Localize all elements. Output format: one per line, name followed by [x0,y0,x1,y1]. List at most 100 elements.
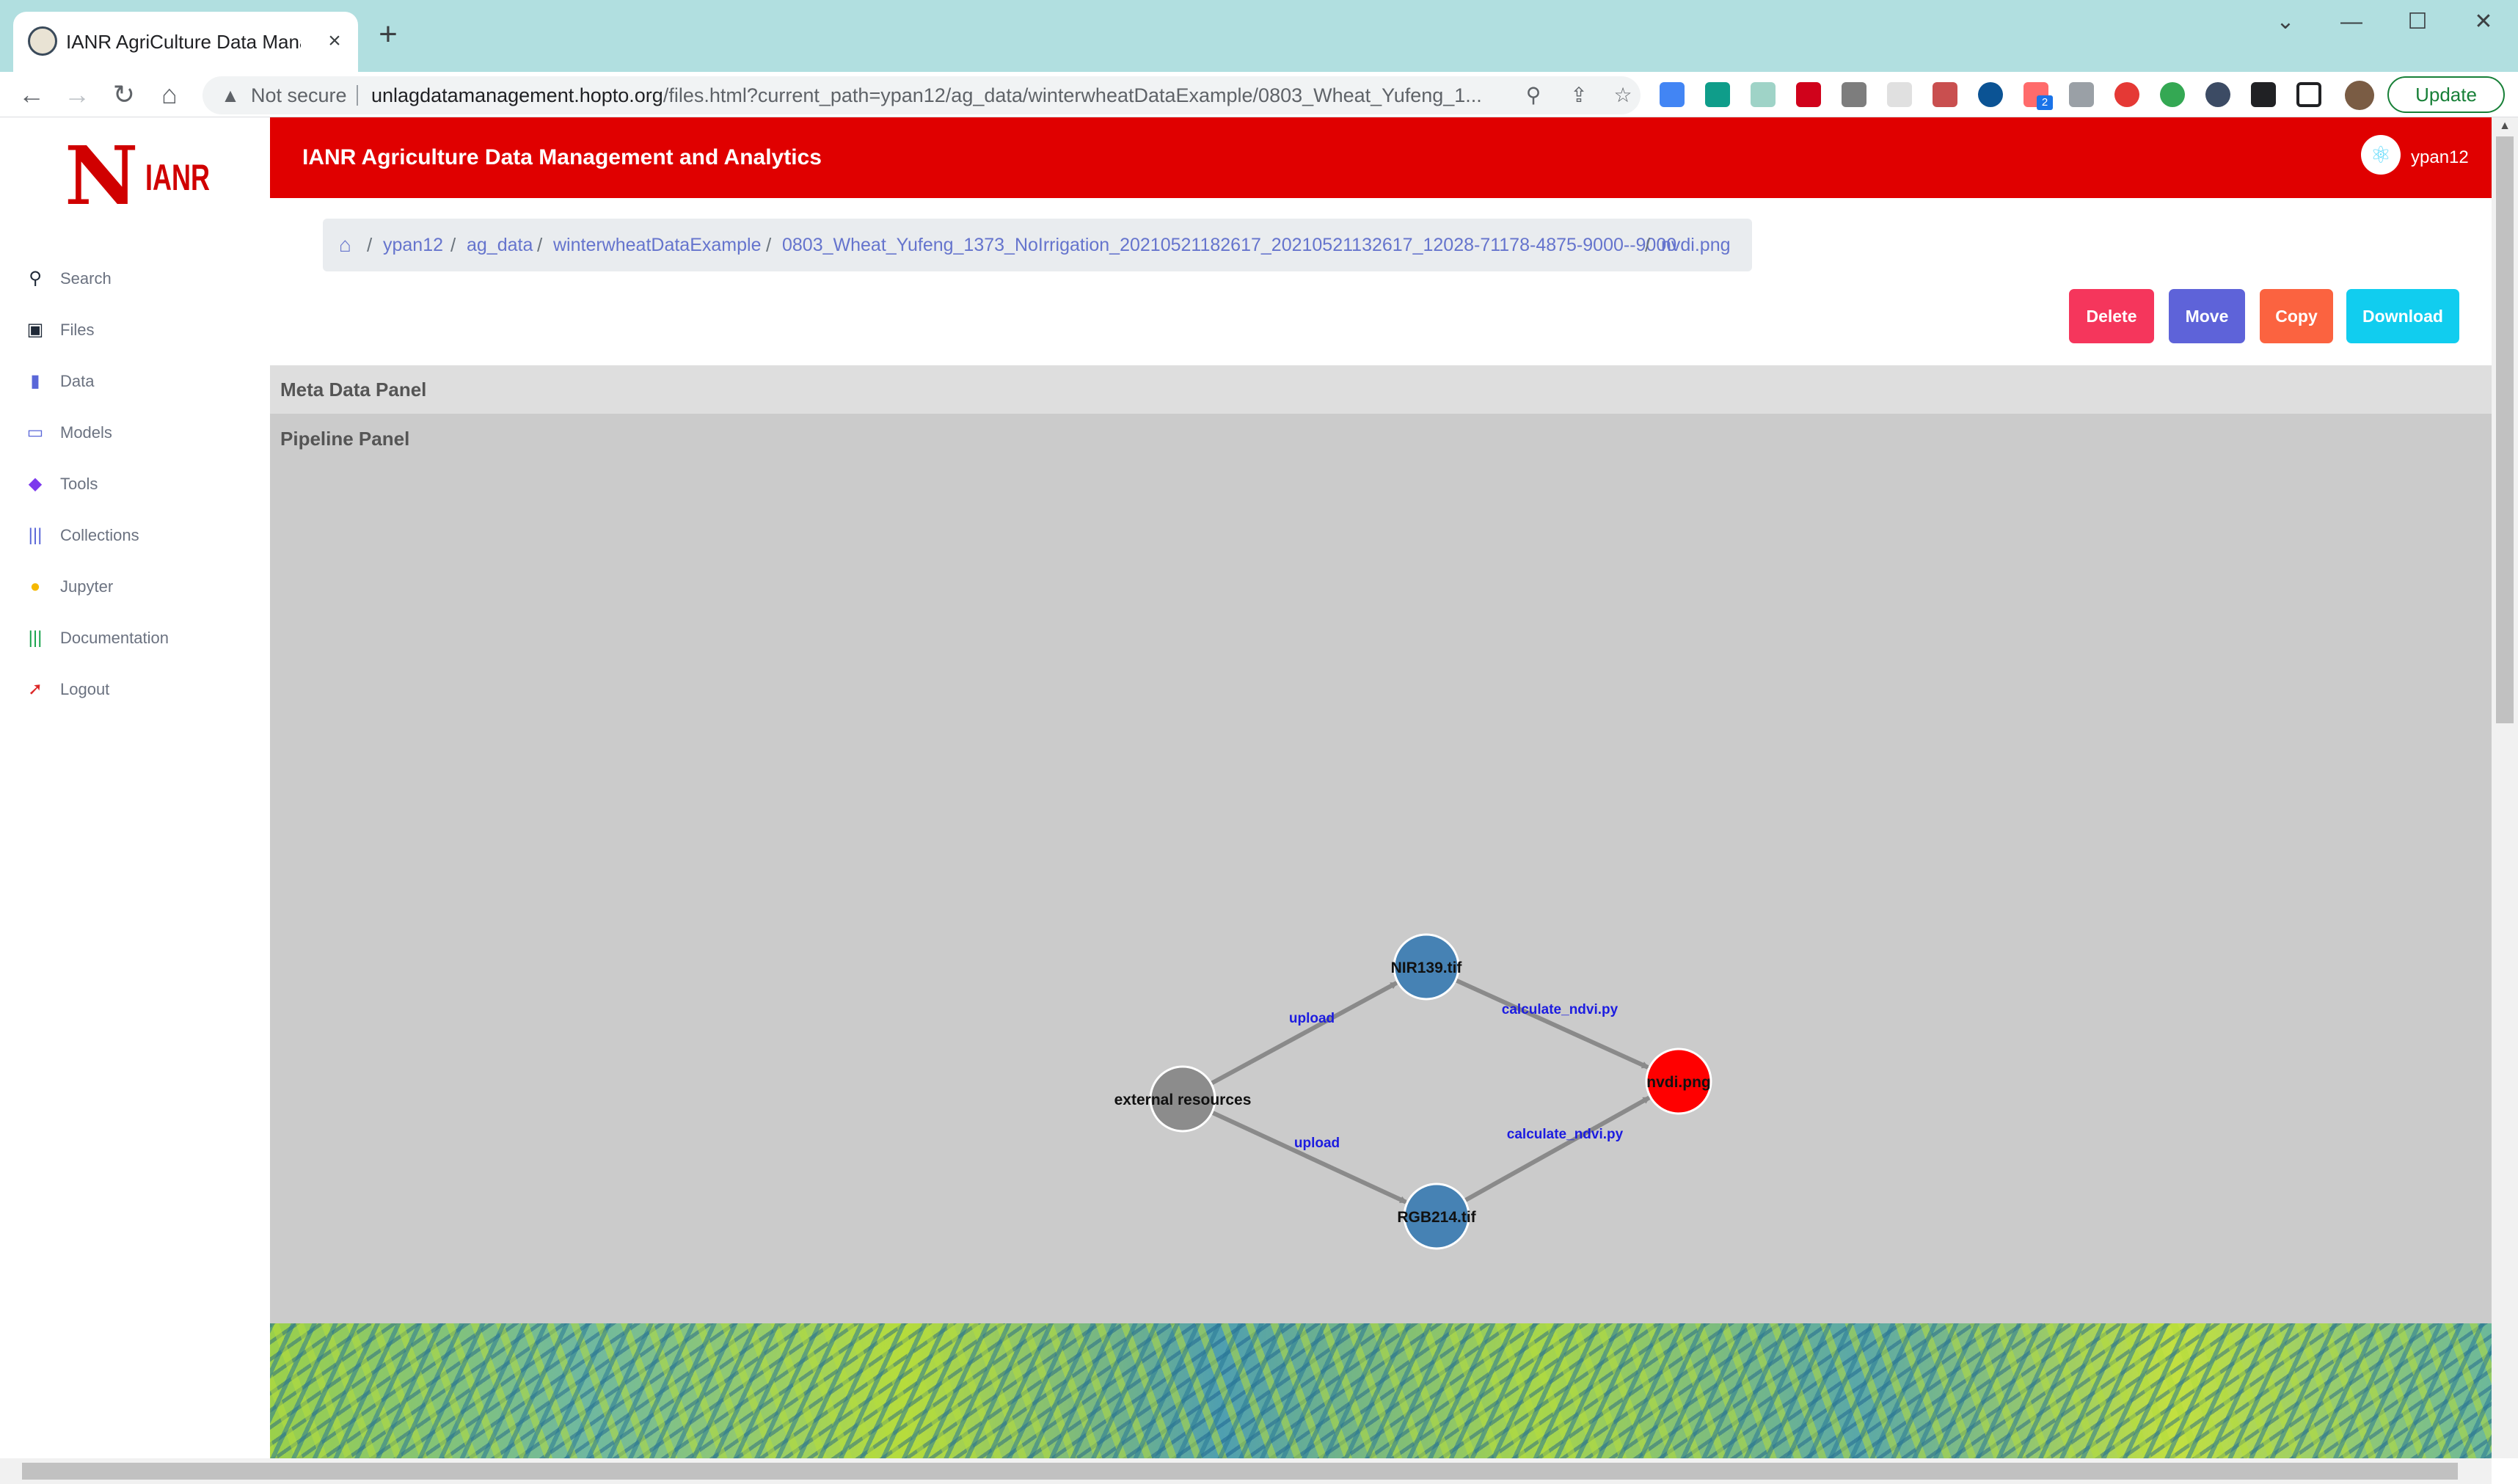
browser-tab-bar: IANR AgriCulture Data Management × + ⌄ —… [0,0,2518,72]
search-extension-icon[interactable] [1978,82,2003,107]
extension-icon[interactable] [1933,82,1957,107]
app-header: IANR Agriculture Data Management and Ana… [270,117,2492,198]
pipeline-node-label: RGB214.tif [1397,1209,1476,1226]
sidebar-item-files[interactable]: ▣ Files [25,310,252,351]
user-icon: ● [29,577,41,596]
breadcrumb-link[interactable]: ypan12 [383,219,443,271]
meta-data-panel[interactable]: Meta Data Panel [270,365,2492,414]
extension-icon[interactable] [1751,82,1776,107]
sidebar: N IANR ⚲ Search ▣ Files ▮ Data ▭ Models ◆ Tools ||… [0,117,270,1458]
update-button[interactable]: Update [2387,76,2505,113]
puzzle-icon[interactable] [2251,82,2276,107]
download-button[interactable]: Download [2346,289,2459,343]
url-host: unlagdatamanagement.hopto.org [371,84,663,106]
logo-n: N [65,128,139,223]
profile-avatar[interactable] [2345,81,2374,110]
horizontal-scrollbar[interactable] [0,1458,2492,1484]
pipeline-edge [1454,978,1649,1070]
scrollbar-thumb[interactable] [2496,136,2514,723]
move-button[interactable]: Move [2169,289,2245,343]
delete-button[interactable]: Delete [2069,289,2154,343]
scroll-up-arrow[interactable]: ▲ [2492,117,2518,135]
pipeline-graph: upload upload calculate_ndvi.py calculate_n… [1114,933,1712,1250]
browser-tab[interactable]: IANR AgriCulture Data Management × [13,12,358,72]
share-icon[interactable]: ⇪ [1566,82,1592,109]
sidebar-item-data[interactable]: ▮ Data [25,361,252,402]
breadcrumb-link[interactable]: ag_data [467,219,533,271]
laptop-icon: ▭ [26,423,44,442]
sidebar-item-jupyter[interactable]: ● Jupyter [25,566,252,607]
books-icon: ||| [28,525,43,545]
briefcase-icon: ▣ [26,320,44,340]
close-tab-icon[interactable]: × [321,28,348,54]
sidebar-item-logout[interactable]: ➚ Logout [25,669,252,710]
camera-extension-icon[interactable] [1842,82,1866,107]
extension-icon[interactable] [2205,82,2230,107]
cube-icon: ◆ [28,474,43,494]
quote-extension-icon[interactable] [2160,82,2185,107]
zoom-icon[interactable]: ⚲ [1520,82,1547,109]
sidebar-item-label: Files [60,321,95,339]
extension-badge: 2 [2037,95,2053,110]
pipeline-edge-label: upload [1294,1136,1340,1151]
reload-icon[interactable]: ↻ [107,78,141,112]
sidebar-item-tools[interactable]: ◆ Tools [25,464,252,505]
warning-icon[interactable]: ▲ [217,82,244,109]
favicon-icon [28,26,57,56]
forward-icon[interactable]: → [60,78,94,112]
pipeline-edge [1463,1095,1651,1203]
pipeline-panel-title: Pipeline Panel [280,428,410,450]
sidebar-item-documentation[interactable]: ||| Documentation [25,618,252,659]
address-bar[interactable]: ▲ Not secure unlagdatamanagement.hopto.o… [202,76,1641,114]
minimize-button[interactable]: — [2326,6,2377,38]
home-icon[interactable]: ⌂ [153,78,186,112]
sidebar-item-collections[interactable]: ||| Collections [25,515,252,556]
meta-data-panel-title: Meta Data Panel [280,379,427,401]
not-secure-label[interactable]: Not secure [251,76,347,114]
vertical-scrollbar[interactable]: ▲ [2492,117,2518,1458]
sidebar-item-label: Documentation [60,629,169,647]
logo-text: IANR [145,157,210,198]
tab-search-icon[interactable]: ⌄ [2260,6,2311,38]
url-text[interactable]: unlagdatamanagement.hopto.org/files.html… [371,76,1486,114]
breadcrumb-link[interactable]: winterwheatDataExample [553,219,761,271]
breadcrumb-link[interactable]: nvdi.png [1661,219,1731,271]
close-window-button[interactable]: ✕ [2458,6,2509,38]
side-panel-icon[interactable] [2296,82,2321,107]
extension-icon[interactable] [1705,82,1730,107]
username[interactable]: ypan12 [2411,117,2469,198]
breadcrumb: ⌂ / ypan12/ag_data / winterwheatDataExample… [323,219,1752,271]
pipeline-edge-label: upload [1289,1011,1335,1026]
extension-icon[interactable] [2069,82,2094,107]
sidebar-item-label: Collections [60,526,139,544]
pipeline-edge-label: calculate_ndvi.py [1507,1127,1624,1142]
user-avatar[interactable]: ⚛ [2361,135,2401,175]
back-icon[interactable]: ← [15,78,48,112]
sidebar-item-label: Logout [60,680,110,698]
sidebar-item-label: Tools [60,475,98,493]
pipeline-edge-label: calculate_ndvi.py [1502,1002,1619,1017]
pipeline-node-label: external resources [1114,1092,1252,1108]
extension-icon[interactable] [1796,82,1821,107]
search-icon: ⚲ [29,268,42,288]
breadcrumb-separator: / [367,234,373,256]
extension-icon[interactable]: 2 [2023,82,2053,110]
copy-button[interactable]: Copy [2260,289,2333,343]
address-divider [357,85,358,106]
sidebar-item-search[interactable]: ⚲ Search [25,258,252,299]
scrollbar-thumb[interactable] [22,1463,2458,1480]
breadcrumb-link[interactable]: 0803_Wheat_Yufeng_1373_NoIrrigation_2021… [782,219,1676,271]
main-content: ⌂ / ypan12/ag_data / winterwheatDataExample… [270,198,2492,1458]
stop-extension-icon[interactable] [2114,82,2139,107]
url-path: /files.html?current_path=ypan12/ag_data/… [663,84,1482,106]
sidebar-item-label: Jupyter [60,577,114,596]
browser-toolbar: ← → ↻ ⌂ ▲ Not secure unlagdatamanagement… [0,72,2518,117]
sidebar-item-models[interactable]: ▭ Models [25,412,252,453]
new-tab-button[interactable]: + [371,18,405,51]
breadcrumb-separator: / [1645,234,1651,256]
cursor-extension-icon[interactable] [1887,82,1912,107]
home-icon[interactable]: ⌂ [339,233,362,257]
maximize-button[interactable]: ☐ [2392,6,2443,38]
bookmark-star-icon[interactable]: ☆ [1610,82,1636,109]
extension-icon[interactable] [1660,82,1685,107]
